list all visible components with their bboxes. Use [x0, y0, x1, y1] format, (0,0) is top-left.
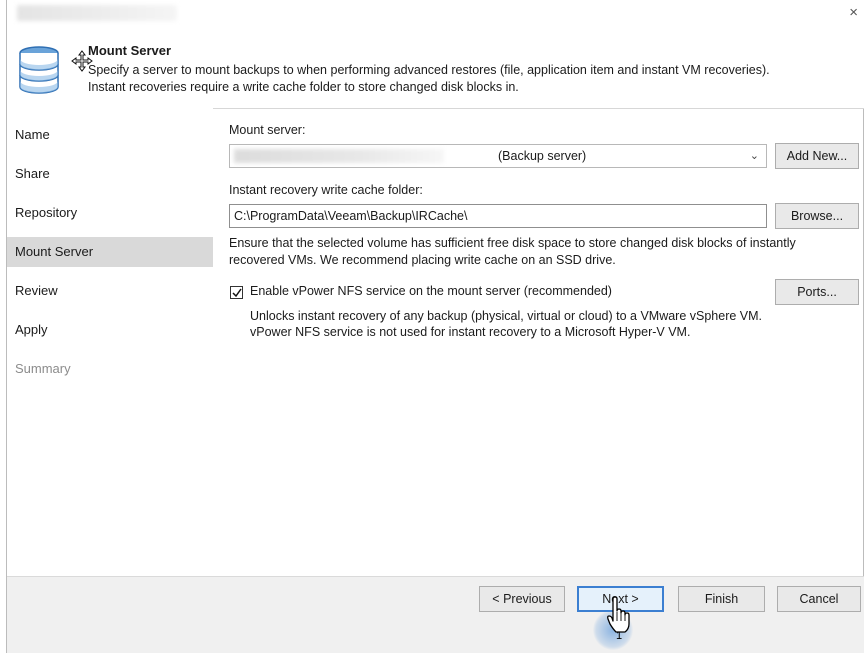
- main-panel: Mount server: (Backup server) ⌄ Add New.…: [222, 108, 862, 576]
- step-summary: Summary: [15, 361, 71, 376]
- step-name[interactable]: Name: [7, 120, 213, 150]
- cache-folder-input[interactable]: C:\ProgramData\Veeam\Backup\IRCache\: [229, 204, 767, 228]
- page-description-line1: Specify a server to mount backups to whe…: [88, 63, 770, 77]
- mount-server-select[interactable]: (Backup server) ⌄: [229, 144, 767, 168]
- browse-button[interactable]: Browse...: [775, 203, 859, 229]
- mount-server-value: (Backup server): [498, 149, 587, 163]
- mount-server-label: Mount server:: [229, 123, 306, 137]
- database-icon: [19, 46, 59, 94]
- nfs-checkbox-label[interactable]: Enable vPower NFS service on the mount s…: [250, 284, 612, 298]
- finish-button[interactable]: Finish: [678, 586, 765, 612]
- cache-folder-note: Ensure that the selected volume has suff…: [229, 235, 859, 269]
- step-share[interactable]: Share: [7, 159, 213, 189]
- cache-folder-note-line1: Ensure that the selected volume has suff…: [229, 236, 796, 250]
- cache-folder-note-line2: recovered VMs. We recommend placing writ…: [229, 253, 616, 267]
- title-bar: ×: [7, 0, 864, 26]
- ports-button[interactable]: Ports...: [775, 279, 859, 305]
- cancel-button[interactable]: Cancel: [777, 586, 861, 612]
- step-repository[interactable]: Repository: [7, 198, 213, 228]
- page-description: Specify a server to mount backups to whe…: [88, 62, 858, 96]
- window-title-redacted: [17, 5, 177, 21]
- nfs-note-line2: vPower NFS service is not used for insta…: [250, 325, 691, 339]
- wizard-steps-sidebar: Name Share Repository Mount Server Revie…: [7, 108, 213, 576]
- hand-pointer-icon: 1: [607, 596, 630, 640]
- nfs-note-line1: Unlocks instant recovery of any backup (…: [250, 309, 763, 323]
- click-count-badge: 1: [616, 630, 622, 640]
- close-icon[interactable]: ×: [849, 4, 858, 21]
- nfs-checkbox[interactable]: [230, 286, 243, 299]
- step-mount-server[interactable]: Mount Server: [7, 237, 213, 267]
- checkmark-icon: [232, 288, 242, 298]
- add-new-button[interactable]: Add New...: [775, 143, 859, 169]
- page-description-line2: Instant recoveries require a write cache…: [88, 80, 519, 94]
- wizard-header: Mount Server Specify a server to mount b…: [7, 26, 864, 109]
- wizard-footer: < Previous Next > Finish Cancel: [7, 576, 864, 653]
- cache-folder-label: Instant recovery write cache folder:: [229, 183, 423, 197]
- page-title: Mount Server: [88, 43, 172, 58]
- step-apply[interactable]: Apply: [7, 315, 213, 345]
- previous-button[interactable]: < Previous: [479, 586, 565, 612]
- chevron-down-icon: ⌄: [749, 150, 759, 162]
- nfs-note: Unlocks instant recovery of any backup (…: [250, 308, 850, 340]
- server-name-redacted: [234, 149, 444, 163]
- step-review[interactable]: Review: [7, 276, 213, 306]
